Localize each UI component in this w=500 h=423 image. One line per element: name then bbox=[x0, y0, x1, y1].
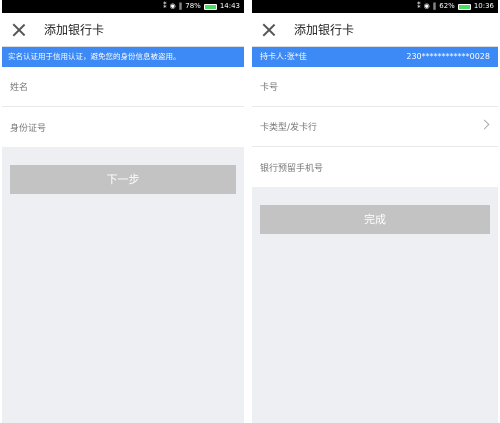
done-button[interactable]: 完成 bbox=[260, 205, 490, 234]
phone-field-label: 银行预留手机号 bbox=[260, 163, 324, 174]
status-time: 14:43 bbox=[219, 2, 240, 10]
form: 卡号 卡类型/发卡行 银行预留手机号 bbox=[252, 67, 498, 187]
divider bbox=[246, 0, 250, 423]
status-time: 10:36 bbox=[473, 2, 494, 10]
id-number-field-label: 身份证号 bbox=[10, 123, 47, 134]
cardholder-banner: 持卡人:张*佳 230************0028 bbox=[252, 47, 498, 67]
page-title: 添加银行卡 bbox=[44, 23, 105, 37]
page-title: 添加银行卡 bbox=[294, 23, 355, 37]
signal-icon: ‖ bbox=[178, 2, 183, 10]
status-bar: ⁑ ◉ ‖ 62% 10:36 bbox=[252, 0, 498, 13]
screen-right: ⁑ ◉ ‖ 62% 10:36 添加银行卡 持卡人:张*佳 230*******… bbox=[252, 0, 498, 423]
name-field[interactable]: 姓名 bbox=[2, 67, 244, 107]
id-number-field[interactable]: 身份证号 bbox=[2, 107, 244, 147]
vibrate-icon: ⁑ bbox=[417, 2, 421, 10]
close-icon[interactable] bbox=[262, 23, 276, 37]
cardholder-id: 230************0028 bbox=[406, 52, 490, 61]
battery-icon bbox=[457, 3, 471, 10]
title-bar: 添加银行卡 bbox=[252, 13, 498, 47]
card-number-field[interactable]: 卡号 bbox=[252, 67, 498, 107]
screen-left: ⁑ ◉ ‖ 78% 14:43 添加银行卡 实名认证用于信用认证，避免您的身份信… bbox=[2, 0, 244, 423]
next-button[interactable]: 下一步 bbox=[10, 165, 236, 194]
close-icon[interactable] bbox=[12, 23, 26, 37]
battery-percent: 78% bbox=[185, 2, 201, 10]
card-type-field-label: 卡类型/发卡行 bbox=[260, 123, 318, 133]
cardholder-name: 持卡人:张*佳 bbox=[260, 52, 307, 61]
name-field-label: 姓名 bbox=[10, 83, 29, 93]
vibrate-icon: ⁑ bbox=[163, 2, 167, 10]
notice-banner: 实名认证用于信用认证，避免您的身份信息被盗用。 bbox=[2, 47, 244, 67]
card-number-field-label: 卡号 bbox=[260, 83, 279, 93]
status-bar: ⁑ ◉ ‖ 78% 14:43 bbox=[2, 0, 244, 13]
chevron-right-icon bbox=[479, 119, 490, 130]
battery-percent: 62% bbox=[439, 2, 455, 10]
title-bar: 添加银行卡 bbox=[2, 13, 244, 47]
form: 姓名 身份证号 bbox=[2, 67, 244, 147]
wifi-icon: ◉ bbox=[169, 2, 176, 10]
card-type-field[interactable]: 卡类型/发卡行 bbox=[252, 107, 498, 147]
signal-icon: ‖ bbox=[432, 2, 437, 10]
wifi-icon: ◉ bbox=[423, 2, 430, 10]
battery-icon bbox=[203, 3, 217, 10]
phone-field[interactable]: 银行预留手机号 bbox=[252, 147, 498, 187]
